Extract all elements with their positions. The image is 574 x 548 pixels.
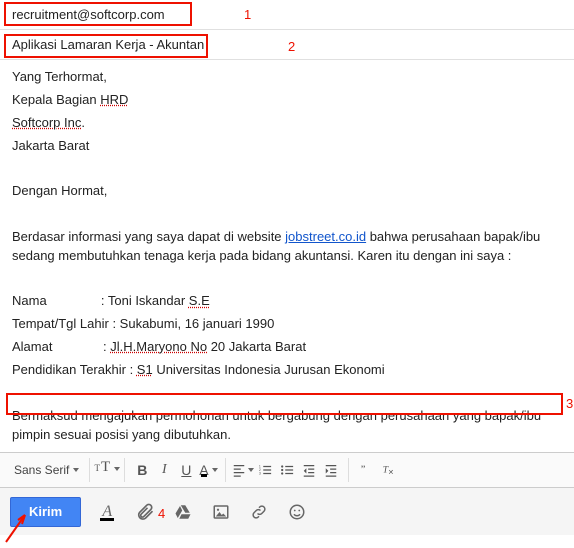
font-family-label: Sans Serif [14,463,69,477]
attach-file-button[interactable] [133,500,157,524]
remove-formatting-button[interactable]: T✕ [377,459,399,481]
paragraph-2: Bermaksud mengajukan permohonan untuk be… [12,407,562,445]
emoji-icon [288,503,306,521]
chevron-down-icon [212,468,218,472]
insert-link-button[interactable] [247,500,271,524]
indent-more-button[interactable] [320,459,342,481]
underline-button[interactable]: U [175,459,197,481]
row-nama: Nama : Toni Iskandar S.E [12,292,562,311]
action-toolbar: Kirim A [0,487,574,535]
email-body[interactable]: Yang Terhormat, Kepala Bagian HRD Softco… [0,60,574,452]
insert-emoji-button[interactable] [285,500,309,524]
insert-photo-button[interactable] [209,500,233,524]
city-line: Jakarta Barat [12,137,562,156]
formatting-toolbar: Sans Serif TT B I U A 123 ” [0,452,574,487]
image-icon [212,503,230,521]
greeting-line1: Yang Terhormat, [12,68,562,87]
paperclip-icon [135,502,155,522]
text-color-button[interactable]: A [197,459,219,481]
link-icon [250,503,268,521]
italic-button[interactable]: I [153,459,175,481]
bulleted-list-button[interactable] [276,459,298,481]
jobstreet-link[interactable]: jobstreet.co.id [285,229,366,244]
font-family-select[interactable]: Sans Serif [10,463,83,477]
chevron-down-icon [73,468,79,472]
font-size-button[interactable]: TT [96,459,118,481]
quote-button[interactable]: ” [355,459,377,481]
company-line: Softcorp Inc. [12,114,562,133]
row-pendidikan: Pendidikan Terakhir : S1 Universitas Ind… [12,361,562,380]
insert-drive-button[interactable] [171,500,195,524]
paragraph-1: Berdasar informasi yang saya dapat di we… [12,228,562,266]
subject-field[interactable]: Aplikasi Lamaran Kerja - Akuntan [0,30,574,60]
send-button[interactable]: Kirim [10,497,81,527]
svg-text:3: 3 [259,471,261,475]
chevron-down-icon [114,467,120,471]
subject-value: Aplikasi Lamaran Kerja - Akuntan [12,37,204,52]
send-label: Kirim [29,504,62,519]
svg-text:”: ” [361,465,366,476]
align-button[interactable] [232,459,254,481]
to-value: recruitment@softcorp.com [12,7,165,22]
to-field[interactable]: recruitment@softcorp.com [0,0,574,30]
greeting-line2: Kepala Bagian HRD [12,91,562,110]
bold-button[interactable]: B [131,459,153,481]
row-ttl: Tempat/Tgl Lahir : Sukabumi, 16 januari … [12,315,562,334]
svg-text:✕: ✕ [388,469,394,476]
numbered-list-button[interactable]: 123 [254,459,276,481]
indent-less-button[interactable] [298,459,320,481]
format-toggle-button[interactable]: A [95,500,119,524]
salutation: Dengan Hormat, [12,182,562,201]
drive-icon [174,503,192,521]
row-alamat: Alamat : Jl.H.Maryono No 20 Jakarta Bara… [12,338,562,357]
